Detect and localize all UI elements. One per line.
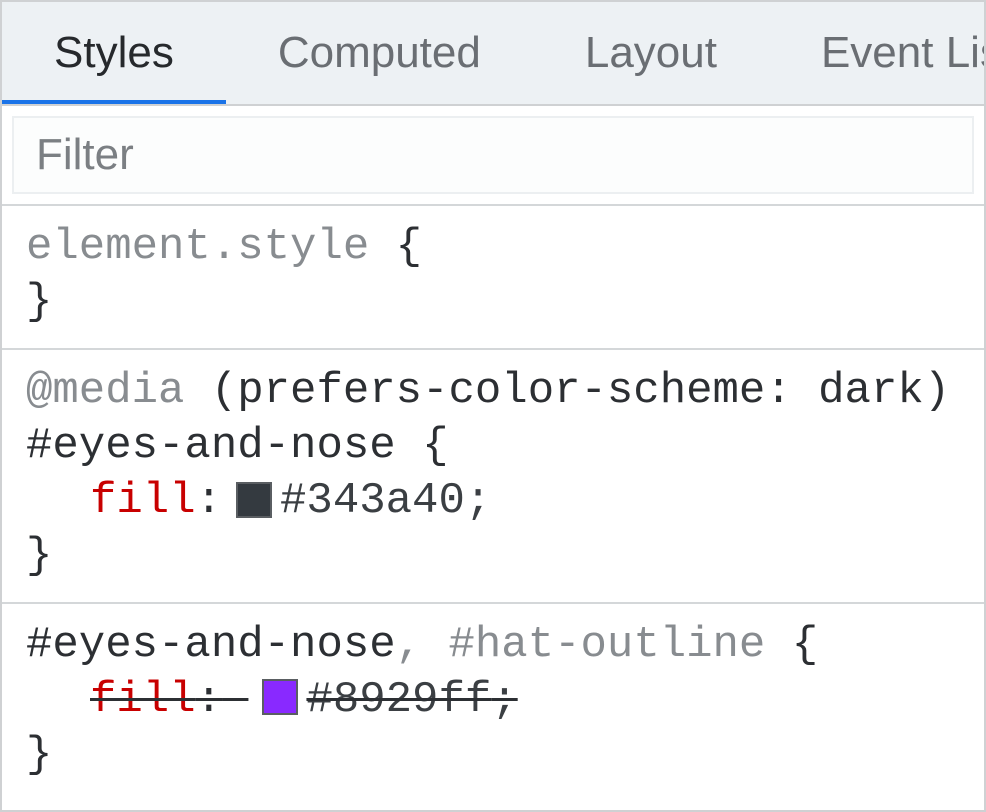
rule-eyes-hat[interactable]: #eyes-and-nose, #hat-outline { fill: #89… (2, 604, 984, 801)
media-condition: (prefers-color-scheme: dark) (184, 366, 950, 416)
selector-primary: #eyes-and-nose (26, 620, 396, 670)
property-name: fill (90, 675, 196, 725)
tabbar: Styles Computed Layout Event Listeners (2, 2, 984, 106)
semicolon: ; (491, 675, 517, 725)
brace-close: } (26, 277, 52, 327)
brace-open: { (369, 222, 422, 272)
tab-layout[interactable]: Layout (533, 2, 769, 104)
color-swatch-icon[interactable] (262, 679, 298, 715)
selector: element.style (26, 222, 369, 272)
property-name: fill (90, 474, 196, 529)
filter-row (2, 106, 984, 206)
colon: : (196, 474, 222, 529)
tab-computed[interactable]: Computed (226, 2, 533, 104)
colon: : (196, 675, 222, 725)
declaration-fill-overridden[interactable]: fill: #8929ff; (26, 673, 960, 728)
tab-styles[interactable]: Styles (2, 2, 226, 104)
property-value: #8929ff (306, 675, 491, 725)
property-value: #343a40 (280, 474, 465, 529)
rule-media-dark[interactable]: @media (prefers-color-scheme: dark) #eye… (2, 350, 984, 604)
color-swatch-icon[interactable] (236, 482, 272, 518)
brace-close: } (26, 531, 52, 581)
declaration-fill[interactable]: fill: #343a40; (26, 474, 960, 529)
tab-event-listeners[interactable]: Event Listeners (769, 2, 984, 104)
filter-input[interactable] (12, 116, 974, 194)
media-keyword: @media (26, 366, 184, 416)
rule-element-style[interactable]: element.style { } (2, 206, 984, 350)
brace-open: { (396, 421, 449, 471)
selector-comma: , (396, 620, 449, 670)
brace-open: { (765, 620, 818, 670)
rules-list: element.style { } @media (prefers-color-… (2, 206, 984, 810)
styles-panel: Styles Computed Layout Event Listeners e… (0, 0, 986, 812)
semicolon: ; (465, 474, 491, 529)
brace-close: } (26, 730, 52, 780)
selector: #eyes-and-nose (26, 421, 396, 471)
selector-secondary: #hat-outline (448, 620, 765, 670)
